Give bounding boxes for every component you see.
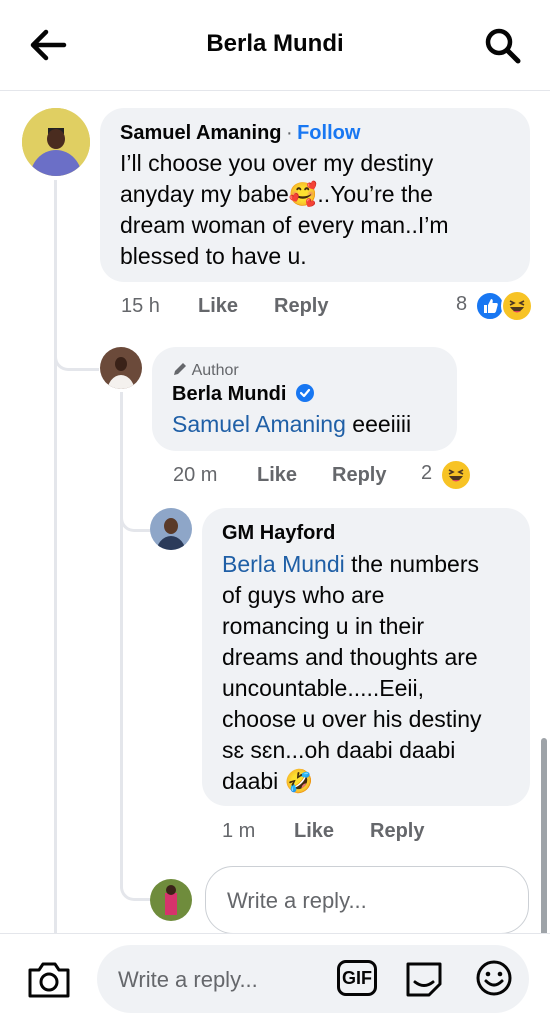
like-button[interactable]: Like — [198, 295, 238, 318]
reply-button[interactable]: Reply — [274, 295, 328, 318]
mention-link[interactable]: Berla Mundi — [222, 551, 345, 577]
thread-line — [54, 180, 57, 940]
sticker-icon[interactable] — [403, 958, 445, 1000]
mention-link[interactable]: Samuel Amaning — [172, 411, 346, 437]
pencil-icon — [174, 363, 186, 375]
verified-badge-icon — [295, 384, 314, 402]
comment-text: Berla Mundi the numbers of guys who are … — [222, 551, 482, 794]
thread-connector — [120, 862, 153, 901]
haha-reaction-icon — [501, 290, 533, 322]
like-button[interactable]: Like — [257, 464, 297, 487]
thread-line — [120, 392, 123, 872]
page-title: Berla Mundi — [206, 30, 344, 57]
comment-author[interactable]: GM Hayford — [222, 522, 335, 545]
top-bar: Berla Mundi — [0, 0, 550, 91]
comment-bubble: GM Hayford Berla Mundi the numbers of gu… — [202, 508, 530, 806]
reply-button[interactable]: Reply — [370, 820, 424, 843]
reaction-count[interactable]: 8 — [456, 293, 467, 316]
like-button[interactable]: Like — [294, 820, 334, 843]
haha-reaction-icon — [440, 459, 472, 491]
avatar — [150, 879, 192, 921]
thread-connector — [54, 330, 99, 371]
comment-timestamp: 15 h — [121, 295, 160, 317]
gif-icon[interactable]: GIF — [337, 960, 377, 996]
author-badge: Author — [172, 361, 239, 380]
reply-button[interactable]: Reply — [332, 464, 386, 487]
smiling-hearts-emoji: 🥰 — [288, 181, 318, 207]
comment-bubble: Samuel Amaning · Follow I’ll choose you … — [100, 108, 530, 282]
rofl-emoji: 🤣 — [284, 768, 314, 794]
emoji-icon[interactable] — [474, 958, 514, 998]
comment-bubble: Author Berla Mundi Samuel Amaning eeeiii… — [152, 347, 457, 451]
comment-text: I’ll choose you over my destiny anyday m… — [120, 150, 449, 269]
comment-author[interactable]: Samuel Amaning — [120, 122, 282, 144]
comment-timestamp: 1 m — [222, 820, 256, 842]
comment-text: Samuel Amaning eeeiiii — [172, 411, 412, 437]
reaction-count[interactable]: 2 — [421, 462, 432, 485]
search-icon[interactable] — [484, 27, 522, 65]
reply-placeholder: Write a reply... — [227, 888, 367, 913]
avatar[interactable] — [100, 347, 142, 389]
comment-timestamp: 20 m — [173, 464, 218, 486]
reply-input[interactable]: Write a reply... — [205, 866, 529, 934]
scrollbar[interactable] — [541, 738, 547, 943]
comment-author[interactable]: Berla Mundi — [172, 383, 286, 405]
separator-dot: · — [285, 122, 293, 144]
avatar[interactable] — [150, 508, 192, 550]
avatar[interactable] — [22, 108, 90, 176]
follow-button[interactable]: Follow — [297, 122, 360, 144]
comment-placeholder: Write a reply... — [118, 967, 258, 992]
thread-connector — [120, 495, 153, 532]
camera-icon[interactable] — [26, 960, 72, 1000]
